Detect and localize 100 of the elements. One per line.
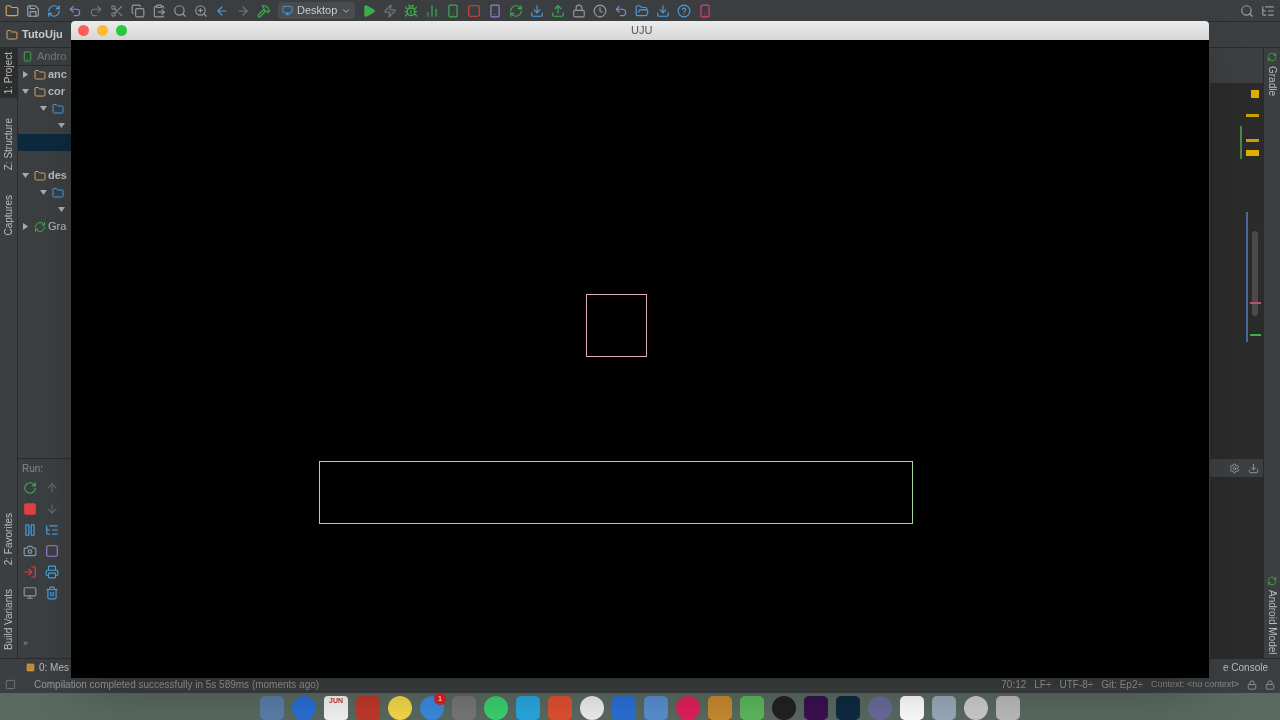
help-icon[interactable] [677,3,692,18]
tree-item-label[interactable]: Gra [48,218,67,235]
copy-icon[interactable] [131,3,145,18]
expanded-arrow-icon[interactable] [58,122,65,129]
project-structure-icon[interactable] [635,3,650,18]
hammer-icon[interactable] [257,3,271,18]
app-icon[interactable]: 1 [420,696,444,720]
expanded-arrow-icon[interactable] [22,172,29,179]
cut-icon[interactable] [110,3,124,18]
tool-window-tab[interactable]: Android Model [1264,571,1280,658]
collapsed-arrow-icon[interactable] [22,71,29,78]
app-icon[interactable] [836,696,860,720]
module-folder-icon [34,85,46,98]
tree-item-label[interactable]: anc [48,66,67,83]
folder-icon [6,28,18,41]
forward-icon[interactable] [236,3,250,18]
error-marker[interactable] [1250,302,1261,304]
app-icon[interactable] [900,696,924,720]
messages-icon [26,663,35,672]
app-icon[interactable] [932,696,956,720]
rerun-icon[interactable] [23,481,37,495]
change-marker[interactable] [1250,334,1261,336]
warning-marker[interactable] [1246,114,1259,117]
print-icon[interactable] [44,565,59,579]
tool-window-tab[interactable]: Build Variants [0,585,17,654]
stop-icon[interactable] [23,502,37,516]
vcs-update-icon[interactable] [530,3,545,18]
app-icon[interactable] [772,696,796,720]
lock-icon[interactable] [1247,679,1257,690]
tool-window-tab[interactable]: Gradle [1264,48,1280,100]
console-tab[interactable]: e Console [1222,660,1268,675]
line-separator[interactable]: LF÷ [1034,677,1052,692]
run-config-dropdown[interactable]: Desktop [278,2,356,19]
app-icon[interactable] [388,696,412,720]
warning-marker[interactable] [1246,139,1259,142]
module-folder-icon [34,68,46,81]
file-encoding[interactable]: UTF-8÷ [1059,677,1094,692]
tool-window-tab[interactable]: 1: Project [0,48,17,99]
search-icon[interactable] [1240,3,1254,18]
expanded-arrow-icon[interactable] [40,189,47,196]
more-button[interactable]: » [23,637,45,651]
trash-icon[interactable] [44,586,59,600]
run-panel-label: Run: [22,461,44,476]
close-button[interactable] [78,25,89,36]
bug-icon[interactable] [404,3,419,18]
panel-toggle-icon[interactable] [5,679,16,690]
app-icon[interactable] [580,696,604,720]
tree-item-label[interactable]: des [48,167,67,184]
zoom-icon[interactable] [194,3,208,18]
app-icon[interactable] [964,696,988,720]
search-icon[interactable] [173,3,187,18]
paste-icon[interactable] [152,3,166,18]
tree-item-label[interactable]: cor [48,83,66,100]
save-icon[interactable] [26,3,40,18]
expanded-arrow-icon[interactable] [58,206,65,213]
cursor-position[interactable]: 70:12 [1001,677,1027,692]
folder-icon [52,186,64,199]
expanded-arrow-icon[interactable] [40,105,47,112]
app-icon[interactable] [804,696,828,720]
lock-icon[interactable] [572,3,587,18]
download-icon[interactable] [1248,462,1259,474]
messages-tab[interactable]: 0: Mes [26,660,69,675]
settings-icon[interactable] [1229,462,1240,474]
change-marker[interactable] [1240,126,1242,159]
gradle-icon [1267,52,1277,62]
camera-icon[interactable] [23,544,37,558]
down-arrow-icon[interactable] [44,502,59,516]
pause-icon[interactable] [23,523,37,537]
notification-badge: 1 [434,693,446,705]
device-icon[interactable] [446,3,461,18]
run-icon[interactable] [362,3,377,18]
back-icon[interactable] [215,3,229,18]
expanded-arrow-icon[interactable] [22,88,29,95]
sync-icon[interactable] [47,3,61,18]
undo-icon[interactable] [68,3,82,18]
app-icon[interactable] [996,696,1020,720]
folder-icon [52,102,64,115]
tool-window-tab[interactable]: 2: Favorites [0,508,17,570]
context-indicator[interactable]: Context: <no context> [1150,677,1239,692]
history-icon[interactable] [593,3,608,18]
error-marker[interactable] [1251,90,1259,98]
zoom-button[interactable] [116,25,127,36]
warning-marker[interactable] [1246,150,1259,156]
gradle-sync-icon[interactable] [509,3,524,18]
scrollbar-thumb[interactable] [1252,231,1258,316]
collapsed-arrow-icon[interactable] [22,223,29,230]
folder-icon[interactable] [5,3,19,18]
navigation-tab[interactable]: TutoUju [6,26,63,43]
exit-icon[interactable] [23,565,37,579]
tool-window-tab[interactable]: Z: Structure [0,114,17,175]
stop-icon[interactable] [467,3,482,18]
vcs-commit-icon[interactable] [551,3,566,18]
profile-icon[interactable] [425,3,440,18]
app-icon[interactable] [484,696,508,720]
change-marker[interactable] [1246,212,1248,342]
lightning-icon[interactable] [383,3,398,18]
tool-window-tab[interactable]: Captures [0,190,17,240]
revert-icon[interactable] [614,3,629,18]
git-branch[interactable]: Git: Ep2÷ [1101,677,1143,692]
redo-icon[interactable] [89,3,103,18]
